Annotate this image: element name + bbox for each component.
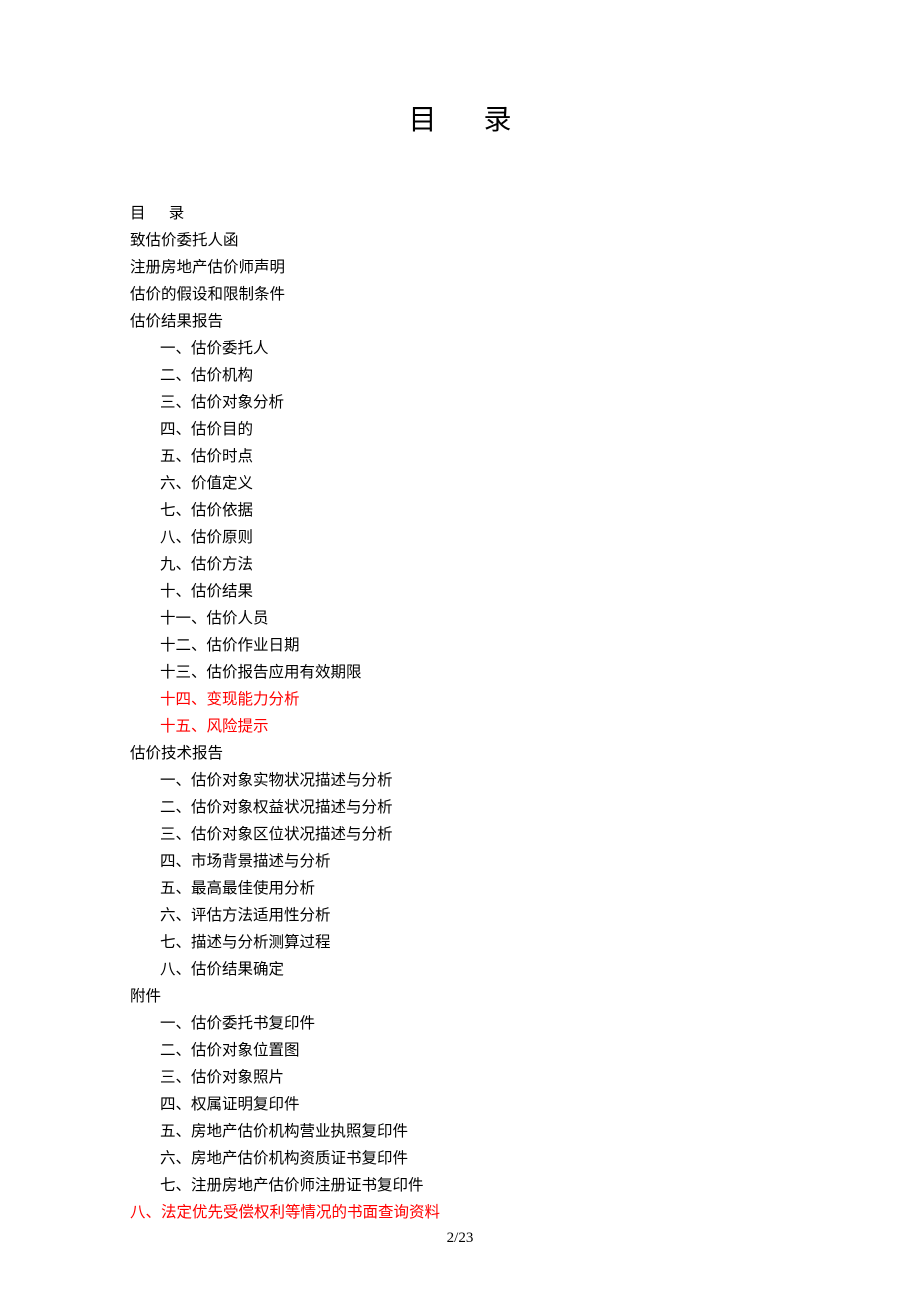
toc-entry: 七、估价依据 xyxy=(130,497,440,524)
toc-entry: 致估价委托人函 xyxy=(130,227,440,254)
toc-entry: 四、权属证明复印件 xyxy=(130,1091,440,1118)
toc-entry: 二、估价机构 xyxy=(130,362,440,389)
toc-entry: 三、估价对象分析 xyxy=(130,389,440,416)
toc-entry: 八、法定优先受偿权利等情况的书面查询资料 xyxy=(130,1199,440,1226)
toc-entry: 六、房地产估价机构资质证书复印件 xyxy=(130,1145,440,1172)
toc-entry: 注册房地产估价师声明 xyxy=(130,254,440,281)
toc-entry: 估价结果报告 xyxy=(130,308,440,335)
toc-entry: 九、估价方法 xyxy=(130,551,440,578)
toc-entry: 十五、风险提示 xyxy=(130,713,440,740)
toc-entry: 五、最高最佳使用分析 xyxy=(130,875,440,902)
toc-entry: 五、房地产估价机构营业执照复印件 xyxy=(130,1118,440,1145)
toc-entry: 八、估价原则 xyxy=(130,524,440,551)
toc-entry: 十、估价结果 xyxy=(130,578,440,605)
toc-entry: 估价技术报告 xyxy=(130,740,440,767)
page-title: 目 录 xyxy=(0,0,920,138)
toc-entry: 目 录 xyxy=(130,200,440,227)
toc-entry: 三、估价对象区位状况描述与分析 xyxy=(130,821,440,848)
toc-entry: 十四、变现能力分析 xyxy=(130,686,440,713)
toc-entry: 四、市场背景描述与分析 xyxy=(130,848,440,875)
toc-entry: 一、估价委托书复印件 xyxy=(130,1010,440,1037)
toc-entry: 十三、估价报告应用有效期限 xyxy=(130,659,440,686)
toc-entry: 六、价值定义 xyxy=(130,470,440,497)
toc-entry: 一、估价委托人 xyxy=(130,335,440,362)
page-number: 2/23 xyxy=(0,1230,920,1247)
toc-entry: 二、估价对象位置图 xyxy=(130,1037,440,1064)
toc-entry: 二、估价对象权益状况描述与分析 xyxy=(130,794,440,821)
toc-entry: 六、评估方法适用性分析 xyxy=(130,902,440,929)
toc-entry: 五、估价时点 xyxy=(130,443,440,470)
toc-entry: 七、注册房地产估价师注册证书复印件 xyxy=(130,1172,440,1199)
toc-entry: 估价的假设和限制条件 xyxy=(130,281,440,308)
toc-entry: 七、描述与分析测算过程 xyxy=(130,929,440,956)
toc-entry: 附件 xyxy=(130,983,440,1010)
toc-entry: 十二、估价作业日期 xyxy=(130,632,440,659)
table-of-contents: 目 录致估价委托人函注册房地产估价师声明估价的假设和限制条件估价结果报告一、估价… xyxy=(130,200,440,1226)
toc-entry: 四、估价目的 xyxy=(130,416,440,443)
toc-entry: 八、估价结果确定 xyxy=(130,956,440,983)
toc-entry: 三、估价对象照片 xyxy=(130,1064,440,1091)
toc-entry: 十一、估价人员 xyxy=(130,605,440,632)
toc-entry: 一、估价对象实物状况描述与分析 xyxy=(130,767,440,794)
